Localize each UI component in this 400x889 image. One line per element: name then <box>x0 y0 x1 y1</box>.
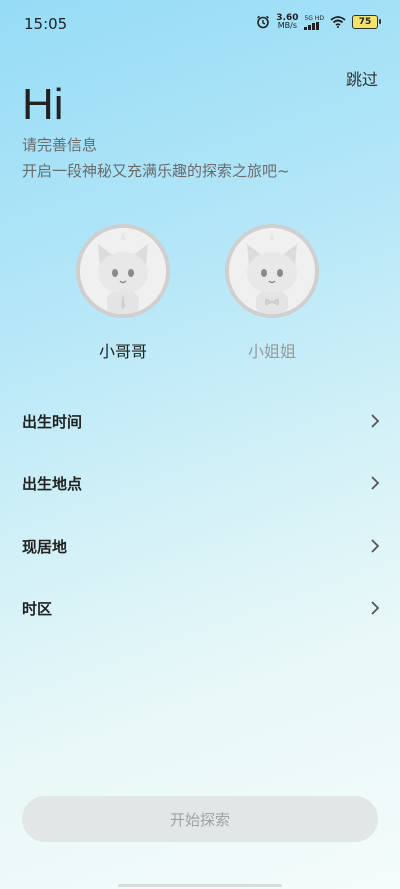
status-time: 15:05 <box>24 15 68 33</box>
form-row-birth-time[interactable]: 出生时间 <box>22 406 380 436</box>
cat-boy-icon <box>80 228 166 314</box>
chevron-right-icon <box>371 476 380 490</box>
form-row-birth-place[interactable]: 出生地点 <box>22 468 380 498</box>
chevron-right-icon <box>371 414 380 428</box>
status-bar: 15:05 3.60 MB/s 5G HD 75 <box>0 0 400 48</box>
subtitle-explore: 开启一段神秘又充满乐趣的探索之旅吧~ <box>22 162 290 180</box>
gender-option-female[interactable]: 小姐姐 <box>222 224 322 362</box>
home-indicator[interactable] <box>118 884 282 887</box>
signal-indicator: 5G HD <box>304 15 324 30</box>
battery-level: 75 <box>358 17 372 27</box>
form-row-label: 出生时间 <box>22 412 83 431</box>
status-icons: 3.60 MB/s 5G HD 75 <box>256 14 381 30</box>
cat-girl-icon <box>229 228 315 314</box>
female-avatar <box>225 224 319 318</box>
form-row-current-residence[interactable]: 现居地 <box>22 531 380 561</box>
form-row-timezone[interactable]: 时区 <box>22 593 380 623</box>
wifi-icon <box>330 16 346 28</box>
form-row-label: 现居地 <box>22 537 68 556</box>
signal-icon <box>304 21 320 30</box>
male-label: 小哥哥 <box>98 342 147 361</box>
form-row-label: 时区 <box>22 599 53 618</box>
skip-button[interactable]: 跳过 <box>346 66 378 90</box>
female-label: 小姐姐 <box>247 342 296 361</box>
form-row-label: 出生地点 <box>22 474 83 493</box>
gender-option-male[interactable]: 小哥哥 <box>73 224 173 362</box>
battery-icon: 75 <box>352 15 381 29</box>
chevron-right-icon <box>371 539 380 553</box>
start-explore-button[interactable]: 开始探索 <box>22 796 378 842</box>
network-type-label: 5G HD <box>304 14 324 22</box>
subtitle-complete-info: 请完善信息 <box>22 136 98 154</box>
greeting-title: Hi <box>22 80 64 129</box>
network-speed: 3.60 MB/s <box>276 14 298 30</box>
network-speed-unit: MB/s <box>277 21 297 30</box>
alarm-icon <box>257 15 270 29</box>
male-avatar <box>76 224 170 318</box>
chevron-right-icon <box>371 601 380 615</box>
